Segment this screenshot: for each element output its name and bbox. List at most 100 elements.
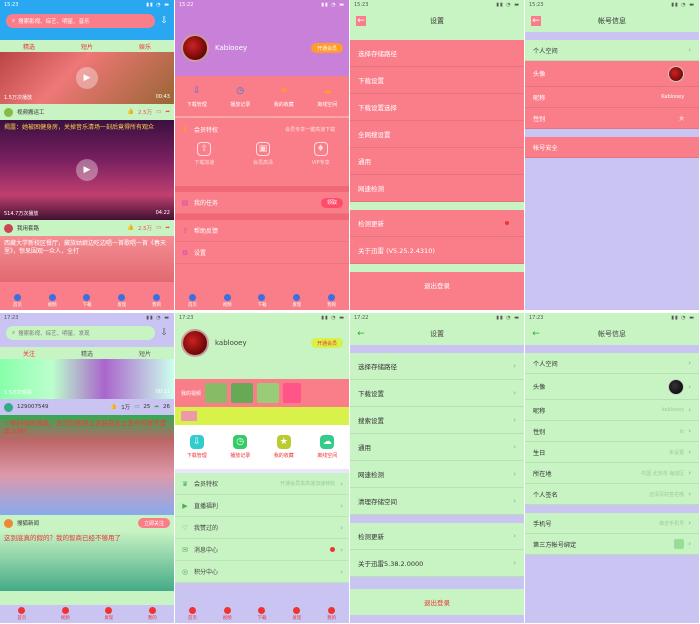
setting-storage-path[interactable]: 选择存储路径 › xyxy=(350,40,524,67)
vip-chip[interactable]: 开通会员 xyxy=(310,338,343,348)
like-icon[interactable]: 👍 xyxy=(110,404,117,410)
avatar[interactable] xyxy=(181,329,209,357)
avatar[interactable] xyxy=(4,107,13,117)
quick-history[interactable]: ◷ 播放记录 xyxy=(230,84,250,108)
vip-banner[interactable] xyxy=(175,407,349,425)
video-card[interactable]: ▶ 1.5万次播放 00:43 xyxy=(0,52,174,104)
play-icon[interactable]: ▶ xyxy=(76,67,98,89)
quick-offline[interactable]: ☁ 离线空间 xyxy=(317,84,337,108)
tab-download[interactable]: 下载 xyxy=(257,607,266,621)
account-avatar[interactable]: 头像 › xyxy=(525,374,699,400)
author-name[interactable]: 视频搬运工 xyxy=(17,108,45,116)
menu-liked[interactable]: ♡ 我赞过的 › xyxy=(175,517,349,539)
tab-video[interactable]: 视频 xyxy=(61,607,70,621)
menu-settings[interactable]: ⚙ 设置 › xyxy=(175,242,349,264)
share-icon[interactable]: ➦ xyxy=(154,404,159,410)
quick-download[interactable]: ⇩ 下载管理 xyxy=(187,84,207,108)
tab-discover[interactable]: 发现 xyxy=(117,294,126,308)
comment-icon[interactable]: ▭ xyxy=(134,404,139,410)
author-name[interactable]: 我用套路 xyxy=(17,224,39,232)
setting-search[interactable]: 搜索设置 › xyxy=(350,407,524,434)
setting-speed-test[interactable]: 网速检测 › xyxy=(350,461,524,488)
follow-button[interactable]: 立即关注 xyxy=(137,518,170,528)
tab-me[interactable]: 我的 xyxy=(327,294,336,308)
quick-favorites[interactable]: ★ 我的收藏 xyxy=(274,435,294,459)
download-icon[interactable]: ⇩ xyxy=(160,16,168,26)
menu-live[interactable]: ▶ 直播福利 › xyxy=(175,495,349,517)
video-card[interactable]: 这到底真的假的？我的智商已经不够用了 xyxy=(0,531,174,591)
tab-follow[interactable]: 关注 xyxy=(23,349,35,358)
tab-home[interactable]: 首页 xyxy=(17,607,26,621)
back-arrow-icon[interactable]: ← xyxy=(356,329,366,339)
account-personal-space[interactable]: 个人空间 › xyxy=(525,40,699,61)
menu-vip[interactable]: ♛ 会员特权 开通会员享高速加速特权 › xyxy=(175,473,349,495)
account-security[interactable]: 帐号安全 › xyxy=(525,137,699,158)
setting-web-search[interactable]: 全网搜设置 › xyxy=(350,121,524,148)
quick-download[interactable]: ⇩ 下载管理 xyxy=(187,435,207,459)
quick-favorites[interactable]: ★ 我的收藏 xyxy=(274,84,294,108)
account-phone[interactable]: 手机号 绑定手机号 › xyxy=(525,513,699,534)
tab-video[interactable]: 视频 xyxy=(223,607,232,621)
account-third-party[interactable]: 第三方帐号绑定 › xyxy=(525,534,699,555)
tab-short[interactable]: 短片 xyxy=(81,42,93,51)
setting-download-choice[interactable]: 下载设置选择 › xyxy=(350,94,524,121)
like-icon[interactable]: 👍 xyxy=(127,109,134,115)
comment-icon[interactable]: ▭ xyxy=(156,225,161,231)
tab-download[interactable]: 下载 xyxy=(257,294,266,308)
account-location[interactable]: 所在地 中国 北京市 海淀区 › xyxy=(525,463,699,484)
back-arrow-icon[interactable]: ← xyxy=(531,329,541,339)
author-name[interactable]: 搜狐新闻 xyxy=(17,519,39,527)
setting-check-update[interactable]: 检测更新 › xyxy=(350,523,524,550)
logout-button[interactable]: 退出登录 xyxy=(350,272,524,298)
setting-general[interactable]: 通用 › xyxy=(350,148,524,175)
account-gender[interactable]: 性别女 › xyxy=(525,108,699,129)
task-badge[interactable]: 领取 xyxy=(320,197,343,208)
menu-help[interactable]: ? 帮助反馈 › xyxy=(175,220,349,242)
video-thumb[interactable] xyxy=(205,383,228,403)
video-card[interactable]: 一拍抖音的网友，古代时候穿上古装有女士生中的样子是怎么的？ xyxy=(0,415,174,515)
tab-entertainment[interactable]: 娱乐 xyxy=(139,42,151,51)
setting-general[interactable]: 通用 › xyxy=(350,434,524,461)
video-thumb[interactable] xyxy=(231,383,254,403)
search-input[interactable]: ⌕ 搜索影视、综艺、明星、音乐 xyxy=(6,14,156,28)
setting-speed-test[interactable]: 网速检测 › xyxy=(350,175,524,202)
tab-me[interactable]: 我的 xyxy=(152,294,161,308)
menu-my-tasks[interactable]: ▤ 我的任务 领取 xyxy=(175,192,349,214)
logout-button[interactable]: 退出登录 xyxy=(350,589,524,615)
search-input[interactable]: ⌕ 搜索影视、综艺、明星、发现 xyxy=(6,326,156,340)
tab-home[interactable]: 首页 xyxy=(188,607,197,621)
tab-home[interactable]: 首页 xyxy=(13,294,22,308)
account-avatar[interactable]: 头像 › xyxy=(525,61,699,87)
account-birthday[interactable]: 生日 未设置 › xyxy=(525,442,699,463)
tab-featured[interactable]: 精选 xyxy=(81,349,93,358)
tab-download[interactable]: 下载 xyxy=(82,294,91,308)
username[interactable]: kablooey xyxy=(215,339,247,347)
vip-perk[interactable]: ♦ VIP专享 xyxy=(312,142,330,166)
account-signature[interactable]: 个人签名 还没写好签名哦 › xyxy=(525,484,699,505)
share-icon[interactable]: ➦ xyxy=(165,109,170,115)
vip-perk[interactable]: ⇧ 下载加速 xyxy=(194,142,214,166)
menu-messages[interactable]: ✉ 消息中心 › xyxy=(175,539,349,561)
play-icon[interactable]: ▶ xyxy=(76,159,98,181)
avatar[interactable] xyxy=(181,34,209,62)
video-card[interactable]: 西藏大学新校区餐厅，藏族姑娘边吃边唱一首歌唱一首《春天里》，惊呆围观一众人，全打 xyxy=(0,236,174,282)
vip-section[interactable]: ♛ 会员特权 会员专享一键高速下载 › ⇧ 下载加速 ▣ 会员高清 ♦ VIP专享 xyxy=(175,116,349,186)
tab-video[interactable]: 视频 xyxy=(223,294,232,308)
video-thumb[interactable] xyxy=(257,383,280,403)
username[interactable]: Kablooey xyxy=(215,44,247,52)
like-icon[interactable]: 👍 xyxy=(127,225,134,231)
tab-discover[interactable]: 发现 xyxy=(292,294,301,308)
avatar[interactable] xyxy=(4,223,13,233)
back-arrow-icon[interactable]: ← xyxy=(531,16,541,26)
account-nickname[interactable]: 昵称 kablooey › xyxy=(525,400,699,421)
setting-about[interactable]: 关于迅雷5.38.2.0000 › xyxy=(350,550,524,577)
tab-discover[interactable]: 发现 xyxy=(292,607,301,621)
video-card[interactable]: 1.5万次观看 00:11 xyxy=(0,359,174,399)
avatar[interactable] xyxy=(4,518,13,528)
video-thumb[interactable] xyxy=(283,383,302,403)
author-name[interactable]: 129007549 xyxy=(17,404,49,410)
menu-points[interactable]: ◎ 积分中心 › xyxy=(175,561,349,583)
setting-download[interactable]: 下载设置 › xyxy=(350,380,524,407)
vip-chip[interactable]: 开通会员 xyxy=(310,43,343,53)
tab-me[interactable]: 我的 xyxy=(148,607,157,621)
